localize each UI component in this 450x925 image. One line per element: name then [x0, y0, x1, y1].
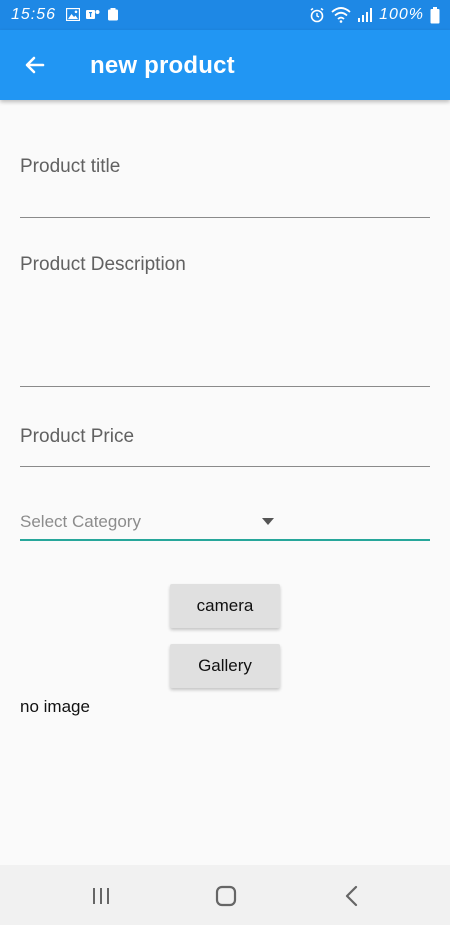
back-button[interactable] [14, 44, 56, 86]
back-icon [345, 885, 358, 907]
teams-icon [86, 10, 100, 19]
recent-apps-icon [93, 888, 109, 904]
category-placeholder: Select Category [20, 512, 141, 531]
product-title-label: Product title [20, 156, 121, 177]
status-time: 15:56 [11, 6, 57, 23]
nav-back-button[interactable] [332, 879, 372, 913]
alarm-icon [310, 7, 324, 23]
product-description-label: Product Description [20, 254, 186, 275]
arrow-back-icon [25, 56, 45, 74]
signal-icon [358, 8, 373, 22]
gallery-button[interactable]: Gallery [170, 644, 280, 688]
product-price-field[interactable]: Product Price [20, 418, 430, 467]
product-price-label: Product Price [20, 426, 135, 447]
home-button[interactable] [206, 879, 246, 913]
battery-level: 100% [379, 6, 424, 23]
image-icon [66, 8, 80, 21]
system-nav-bar [0, 865, 450, 925]
camera-button[interactable]: camera [170, 584, 280, 628]
category-dropdown[interactable]: Select Category [20, 505, 430, 541]
status-right: 100% [309, 6, 440, 24]
home-icon [215, 885, 237, 907]
status-bar: 15:56 100% [0, 0, 450, 30]
notification-icons [66, 8, 120, 21]
dropdown-arrow-icon [262, 518, 274, 525]
product-description-field[interactable]: Product Description [20, 248, 430, 387]
battery-saver-icon [108, 8, 118, 21]
image-status-text: no image [20, 697, 90, 716]
app-bar: new product [0, 30, 450, 100]
wifi-icon [331, 7, 351, 23]
page-title: new product [90, 52, 235, 79]
recent-apps-button[interactable] [81, 879, 121, 913]
battery-icon [430, 6, 440, 23]
product-title-field[interactable]: Product title [20, 150, 430, 218]
